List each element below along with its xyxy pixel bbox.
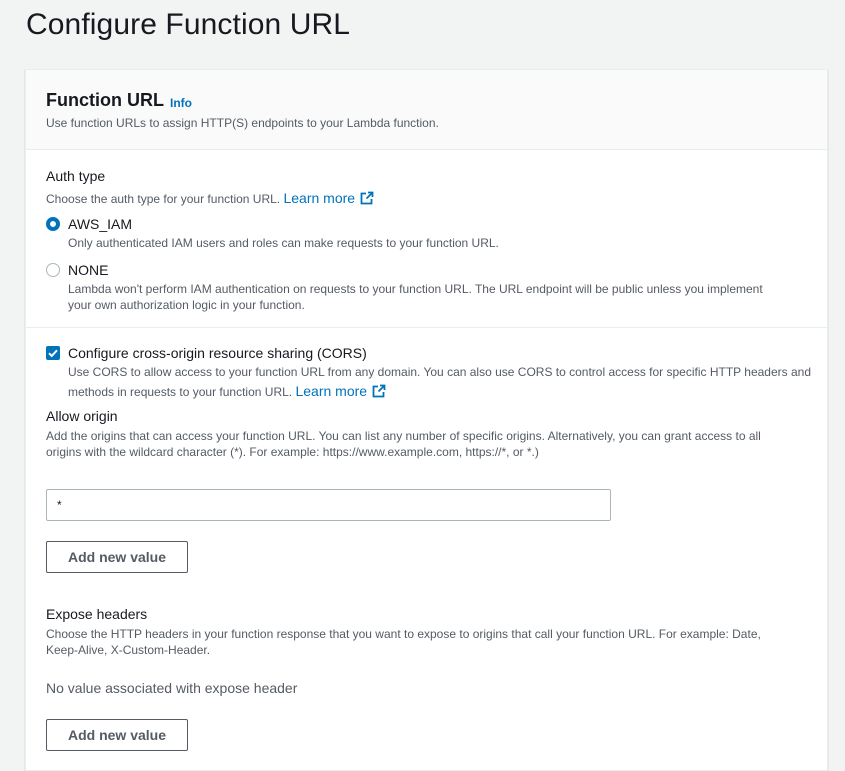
auth-type-aws-iam-radio[interactable] (46, 217, 60, 231)
external-link-icon[interactable] (360, 191, 374, 205)
auth-type-label: Auth type (46, 168, 106, 184)
allow-origin-description-line2: origins with the wildcard character (*).… (46, 445, 539, 459)
expose-headers-description-line2: Keep-Alive, X-Custom-Header. (46, 643, 211, 657)
auth-type-description: Choose the auth type for your function U… (46, 190, 374, 207)
allow-origin-description-line1: Add the origins that can access your fun… (46, 429, 761, 443)
expose-headers-add-button[interactable]: Add new value (46, 719, 188, 751)
auth-type-none-description-line2: your own authorization logic in your fun… (68, 298, 305, 312)
allow-origin-label: Allow origin (46, 408, 118, 424)
cors-learn-more-link[interactable]: Learn more (295, 383, 367, 399)
expose-headers-empty-state: No value associated with expose header (46, 680, 298, 696)
cors-description-line2: methods in requests to your function URL… (68, 383, 386, 400)
auth-type-none-description-line1: Lambda won't perform IAM authentication … (68, 282, 763, 296)
external-link-icon[interactable] (372, 384, 386, 398)
allow-origin-input[interactable] (46, 489, 611, 521)
cors-description-line1: Use CORS to allow access to your functio… (68, 365, 812, 379)
expose-headers-description-line1: Choose the HTTP headers in your function… (46, 627, 761, 641)
auth-type-none-radio[interactable] (46, 263, 60, 277)
auth-type-description-text: Choose the auth type for your function U… (46, 192, 281, 206)
section-divider (26, 327, 827, 328)
auth-type-none-label[interactable]: NONE (68, 262, 108, 278)
cors-description-text: methods in requests to your function URL… (68, 385, 293, 399)
panel-description: Use function URLs to assign HTTP(S) endp… (46, 116, 439, 130)
function-url-panel: Function URL Info Use function URLs to a… (25, 69, 828, 771)
expose-headers-label: Expose headers (46, 606, 148, 622)
cors-checkbox[interactable] (46, 346, 60, 360)
info-link[interactable]: Info (170, 96, 192, 110)
panel-title: Function URL (46, 90, 164, 110)
auth-type-learn-more-link[interactable]: Learn more (283, 190, 355, 206)
panel-header: Function URL Info Use function URLs to a… (26, 70, 827, 150)
cors-checkbox-label[interactable]: Configure cross-origin resource sharing … (68, 345, 367, 361)
auth-type-aws-iam-label[interactable]: AWS_IAM (68, 216, 132, 232)
page-title: Configure Function URL (26, 8, 351, 41)
checkmark-icon (48, 349, 58, 358)
auth-type-aws-iam-description: Only authenticated IAM users and roles c… (68, 236, 499, 250)
allow-origin-add-button[interactable]: Add new value (46, 541, 188, 573)
